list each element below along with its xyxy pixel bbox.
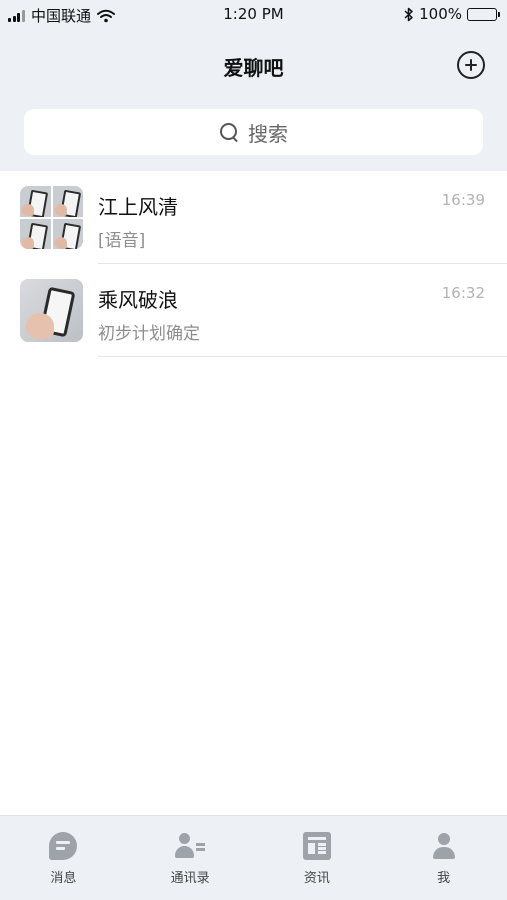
news-icon <box>302 832 331 860</box>
search-input[interactable]: 搜索 <box>24 109 483 155</box>
tab-contacts[interactable]: 通讯录 <box>127 816 254 900</box>
tab-messages[interactable]: 消息 <box>0 816 127 900</box>
conversation-name: 乘风破浪 <box>98 288 178 312</box>
profile-icon <box>430 832 458 860</box>
battery-icon <box>467 7 500 21</box>
divider <box>98 356 507 357</box>
bluetooth-icon <box>404 7 413 21</box>
search-area: 搜索 <box>0 100 507 171</box>
message-icon <box>49 832 78 860</box>
search-icon <box>219 122 240 143</box>
tab-me[interactable]: 我 <box>380 816 507 900</box>
contacts-icon <box>175 832 206 860</box>
conversation-preview: 初步计划确定 <box>98 324 200 344</box>
group-avatar <box>20 186 83 249</box>
status-bar: 中国联通 1:20 PM 100% <box>0 0 507 30</box>
nav-bar: 爱聊吧 <box>0 30 507 100</box>
plus-circle-icon[interactable] <box>457 51 485 79</box>
tab-bar: 消息 通讯录 资讯 我 <box>0 815 507 900</box>
page-title: 爱聊吧 <box>223 56 284 80</box>
conversation-item[interactable]: 江上风清 [语音] 16:39 <box>0 171 507 264</box>
status-right: 100% <box>404 5 500 23</box>
conversation-preview: [语音] <box>98 231 146 251</box>
tab-label: 消息 <box>50 871 77 886</box>
battery-percent: 100% <box>419 5 462 23</box>
search-placeholder: 搜索 <box>248 121 288 146</box>
tab-label: 通讯录 <box>170 871 210 886</box>
conversation-time: 16:32 <box>441 284 485 302</box>
tab-news[interactable]: 资讯 <box>254 816 381 900</box>
avatar <box>20 279 83 342</box>
tab-label: 我 <box>437 871 451 886</box>
conversation-time: 16:39 <box>441 191 485 209</box>
conversation-name: 江上风清 <box>98 195 178 219</box>
conversation-list: 江上风清 [语音] 16:39 乘风破浪 初步计划确定 16:32 <box>0 171 507 357</box>
conversation-item[interactable]: 乘风破浪 初步计划确定 16:32 <box>0 264 507 357</box>
tab-label: 资讯 <box>303 871 330 886</box>
